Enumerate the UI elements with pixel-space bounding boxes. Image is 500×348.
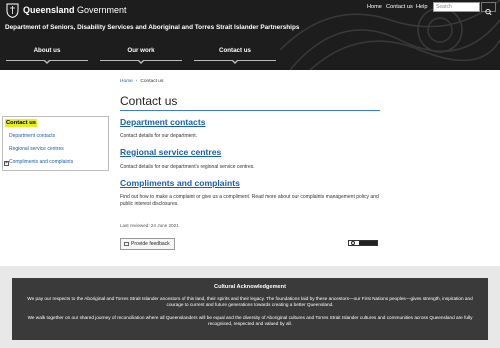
- acknowledgement-title: Cultural Acknowledgement: [214, 284, 286, 290]
- provide-feedback-label: Provide feedback: [131, 241, 170, 247]
- title-divider: [120, 110, 380, 111]
- nav-contact-us[interactable]: Contact us: [194, 47, 276, 64]
- nav-about-us-label: About us: [33, 47, 61, 54]
- brand-light: Government: [77, 5, 127, 15]
- brand-bold: Queensland: [23, 5, 75, 15]
- queensland-crest-logo[interactable]: [5, 2, 20, 18]
- utility-link-contact-us[interactable]: Contact us: [386, 4, 413, 10]
- section-text-regional-service-centres: Contact details for our department's reg…: [120, 164, 255, 170]
- section-link-regional-service-centres[interactable]: Regional service centres: [120, 147, 221, 157]
- chevron-down-icon: [137, 59, 145, 64]
- utility-link-help[interactable]: Help: [416, 4, 428, 10]
- nav-our-work-label: Our work: [127, 47, 155, 54]
- breadcrumb: Home › Contact us: [120, 79, 163, 84]
- search-button[interactable]: [481, 2, 496, 16]
- provide-feedback-button[interactable]: Provide feedback: [120, 238, 175, 250]
- section-text-department-contacts: Contact details for our department.: [120, 133, 197, 139]
- mail-icon: [124, 241, 129, 246]
- breadcrumb-home[interactable]: Home: [120, 79, 133, 84]
- sidebar-item-regional-service-centres[interactable]: Regional service centres: [9, 146, 64, 152]
- section-link-department-contacts[interactable]: Department contacts: [120, 117, 205, 127]
- creative-commons-license-icon[interactable]: [348, 240, 378, 246]
- nav-about-us[interactable]: About us: [6, 47, 88, 64]
- section-text-compliments-complaints: Find out how to make a complaint or give…: [120, 194, 379, 207]
- section-link-compliments-complaints[interactable]: Compliments and complaints: [120, 178, 240, 188]
- acknowledgement-paragraph-2: We walk together on our shared journey o…: [27, 315, 473, 327]
- chevron-down-icon: [43, 59, 51, 64]
- sidebar-heading[interactable]: Contact us: [5, 119, 37, 127]
- last-reviewed-date: Last reviewed: 24 June 2021: [120, 223, 179, 228]
- site-header: Queensland Government Department of Seni…: [0, 0, 500, 70]
- breadcrumb-separator-icon: ›: [135, 79, 138, 84]
- chevron-down-icon: [231, 59, 239, 64]
- sidebar-nav: Contact us Department contacts Regional …: [2, 116, 109, 171]
- acknowledgement-paragraph-1: We pay our respects to the Aboriginal an…: [27, 296, 473, 308]
- sidebar-item-compliments-complaints[interactable]: Compliments and complaints: [9, 159, 73, 165]
- nav-our-work[interactable]: Our work: [100, 47, 182, 64]
- page-title: Contact us: [120, 94, 178, 108]
- brand-name[interactable]: Queensland Government: [23, 5, 127, 15]
- utility-link-home[interactable]: Home: [367, 4, 382, 10]
- sidebar-item-department-contacts[interactable]: Department contacts: [9, 133, 55, 139]
- breadcrumb-current: Contact us: [140, 79, 164, 84]
- cultural-acknowledgement-banner: Cultural Acknowledgement We pay our resp…: [12, 278, 488, 340]
- department-name: Department of Seniors, Disability Servic…: [5, 24, 300, 31]
- nav-contact-us-label: Contact us: [219, 47, 251, 54]
- search-input[interactable]: Search: [433, 2, 480, 12]
- search-icon: [485, 8, 492, 16]
